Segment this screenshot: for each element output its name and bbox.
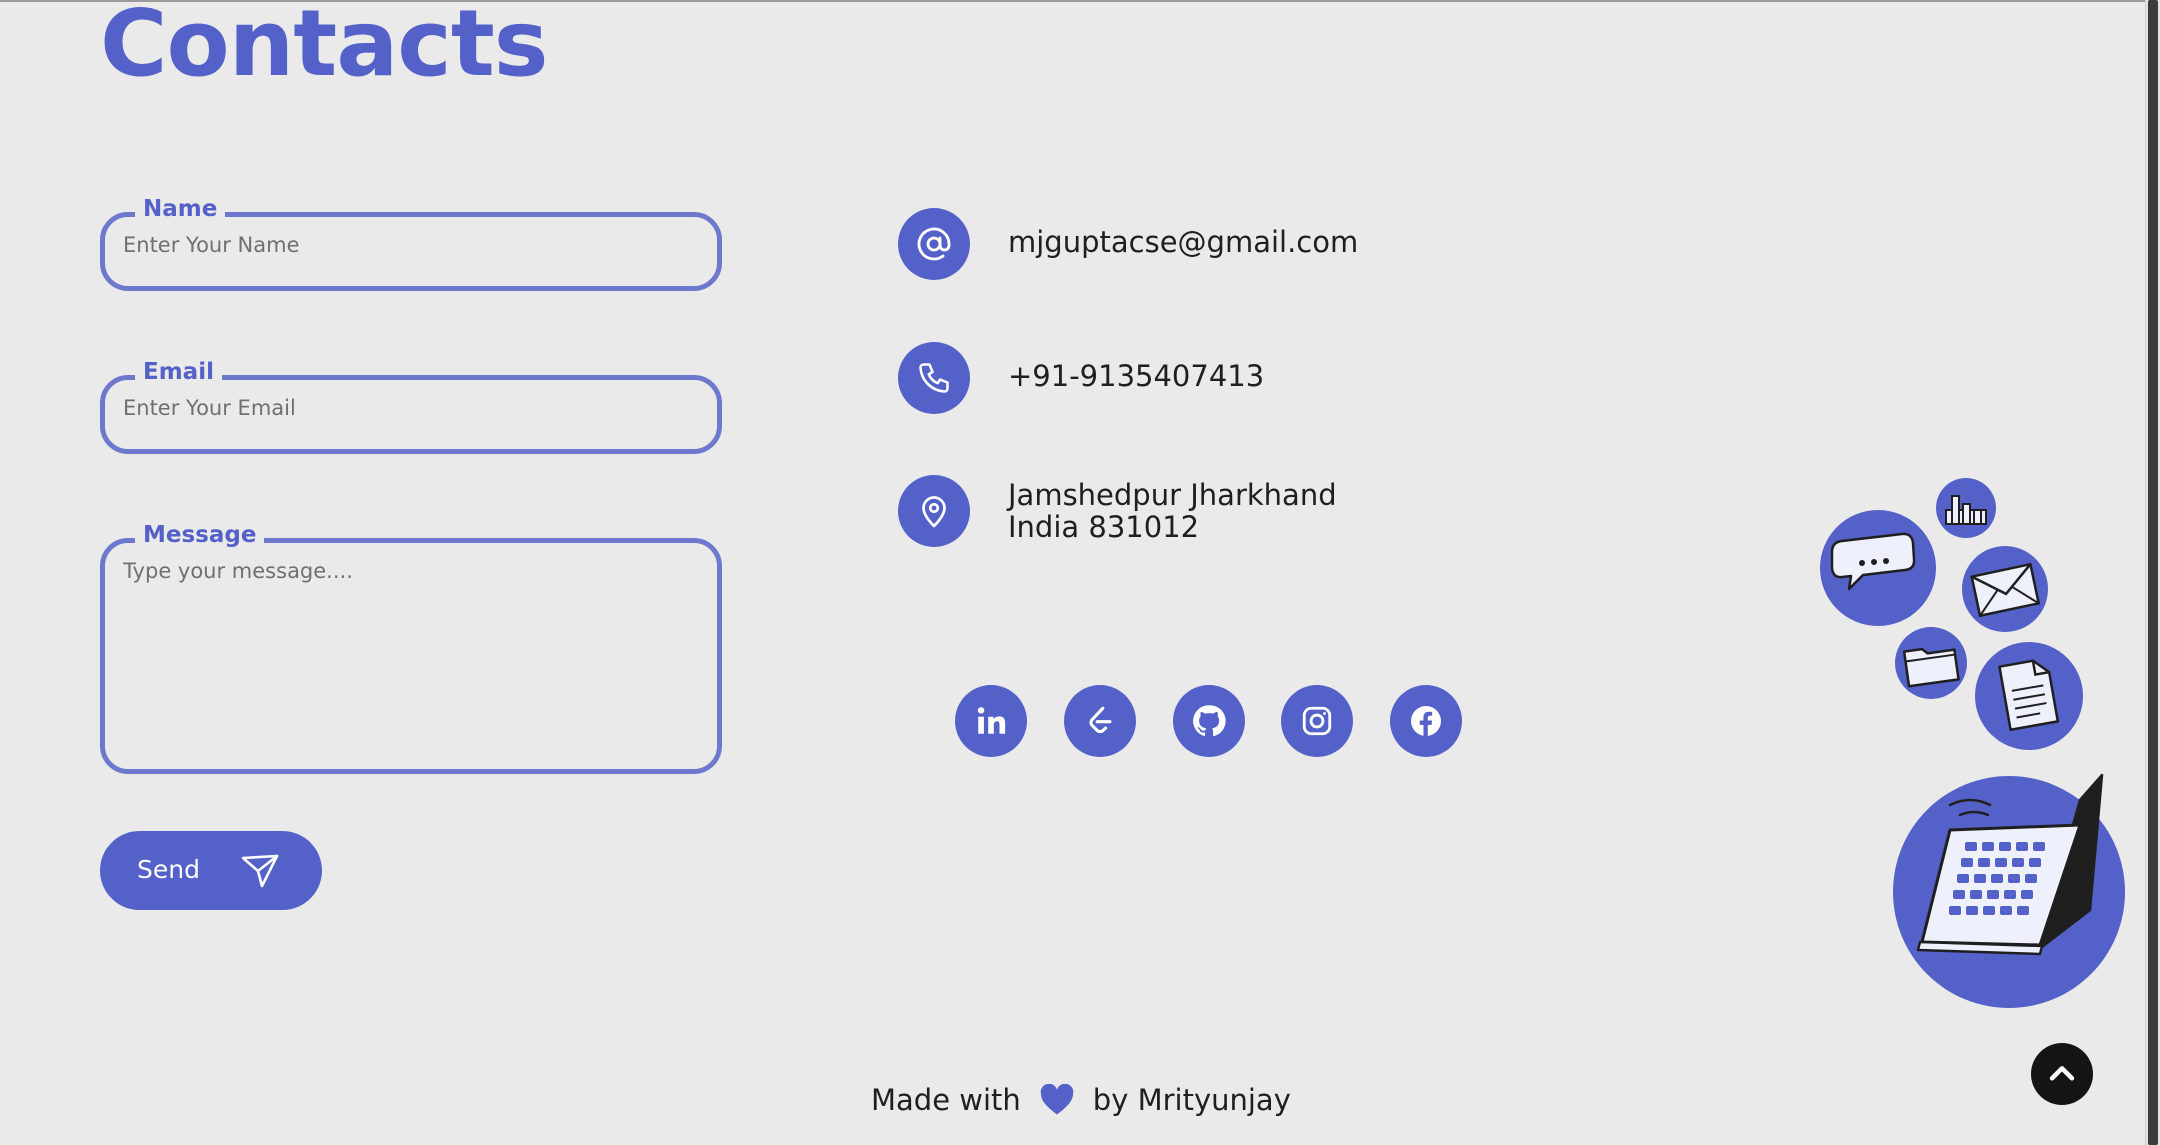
envelope-icon	[1962, 546, 2048, 632]
instagram-link[interactable]	[1281, 685, 1353, 757]
chat-bubble-icon	[1820, 510, 1936, 626]
laptop-icon	[1893, 773, 2125, 1008]
footer-credit: Made with by Mrityunjay	[871, 1083, 1291, 1117]
email-field: Email	[100, 359, 722, 454]
message-textarea[interactable]	[123, 559, 683, 749]
contact-address: Jamshedpur Jharkhand India 831012	[1008, 479, 1337, 543]
leetcode-link[interactable]	[1064, 685, 1136, 757]
facebook-link[interactable]	[1390, 685, 1462, 757]
name-field: Name	[100, 196, 722, 291]
contact-email: mjguptacse@gmail.com	[1008, 225, 1359, 259]
scrollbar[interactable]	[2145, 0, 2160, 1145]
contact-illustration	[1820, 478, 2125, 1008]
linkedin-icon	[977, 707, 1006, 734]
bar-chart-icon	[1936, 478, 1996, 538]
send-button-label: Send	[137, 855, 200, 884]
send-button[interactable]: Send	[100, 831, 322, 910]
facebook-icon	[1411, 706, 1441, 736]
folder-icon	[1895, 627, 1967, 699]
document-icon	[1975, 642, 2083, 750]
message-label: Message	[135, 522, 265, 548]
chevron-up-icon	[2049, 1066, 2075, 1081]
email-input[interactable]	[123, 396, 683, 420]
linkedin-link[interactable]	[955, 685, 1027, 757]
github-link[interactable]	[1173, 685, 1245, 757]
message-field: Message	[100, 522, 722, 774]
scroll-to-top-button[interactable]	[2031, 1043, 2093, 1105]
name-label: Name	[135, 196, 226, 222]
github-icon	[1193, 705, 1226, 737]
footer-made-with: Made with	[871, 1083, 1021, 1117]
leetcode-icon	[1089, 706, 1112, 734]
footer-author: by Mrityunjay	[1092, 1083, 1291, 1117]
address-line-2: India 831012	[1008, 510, 1200, 544]
phone-icon	[898, 342, 970, 414]
scrollbar-thumb[interactable]	[2148, 0, 2158, 1145]
contact-phone: +91-9135407413	[1008, 359, 1265, 393]
email-label: Email	[135, 359, 222, 385]
instagram-icon	[1302, 706, 1332, 736]
address-line-1: Jamshedpur Jharkhand	[1008, 478, 1337, 512]
at-sign-icon	[898, 208, 970, 280]
page-title: Contacts	[100, 0, 549, 97]
paper-plane-icon	[240, 853, 280, 895]
location-pin-icon	[898, 475, 970, 547]
name-input[interactable]	[123, 233, 683, 257]
heart-icon	[1039, 1084, 1075, 1116]
